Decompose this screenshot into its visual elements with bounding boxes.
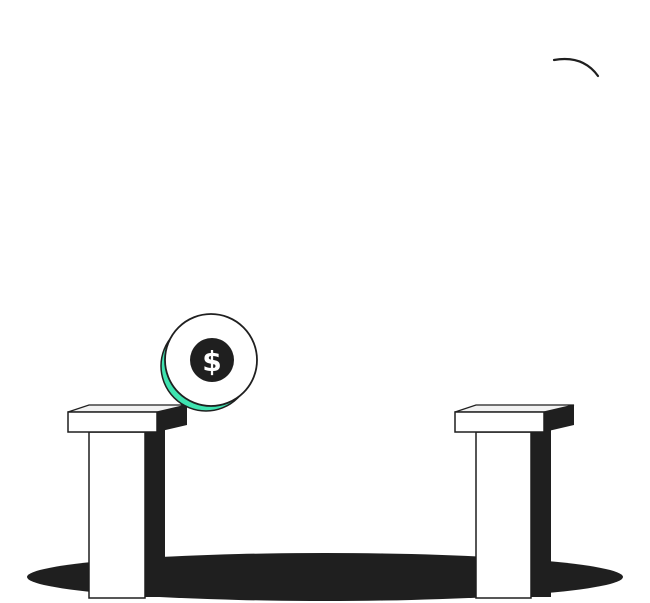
pillars-coin-illustration: $: [27, 58, 623, 601]
coin-icon: $: [160, 313, 258, 412]
coin-symbol: $: [202, 345, 221, 378]
motion-arc: [552, 58, 600, 78]
